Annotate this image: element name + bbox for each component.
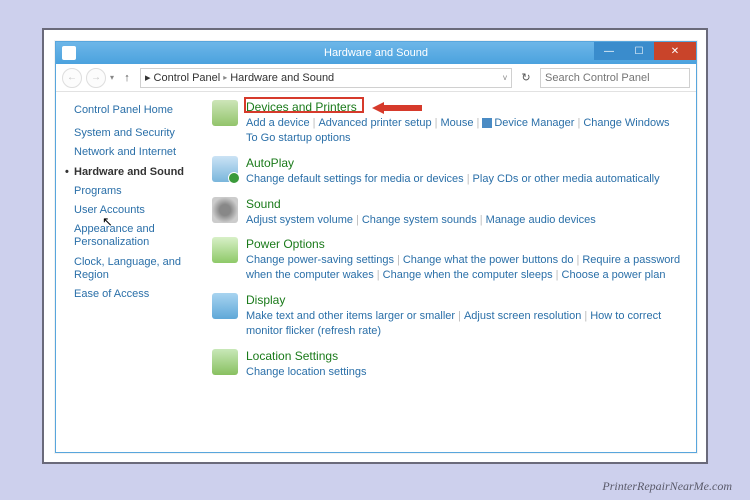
- category-icon: [212, 197, 238, 223]
- breadcrumb-item[interactable]: Control Panel: [154, 72, 221, 84]
- maximize-button[interactable]: ☐: [624, 42, 654, 60]
- category-links: Change location settings: [246, 365, 682, 380]
- category-sublink[interactable]: Change system sounds: [362, 214, 477, 226]
- category-title-link[interactable]: Sound: [246, 197, 682, 211]
- category-section: Sound Adjust system volume|Change system …: [212, 197, 682, 228]
- attribution-text: PrinterRepairNearMe.com: [602, 479, 732, 494]
- close-button[interactable]: ✕: [654, 42, 696, 60]
- refresh-button[interactable]: ↻: [516, 71, 536, 84]
- category-icon: [212, 156, 238, 182]
- category-title-link[interactable]: Display: [246, 293, 682, 307]
- window-icon: [62, 46, 76, 60]
- category-sublink[interactable]: Change location settings: [246, 366, 366, 378]
- sidebar-home-link[interactable]: Control Panel Home: [74, 104, 196, 117]
- back-button[interactable]: ←: [62, 68, 82, 88]
- category-sublink[interactable]: Change when the computer sleeps: [383, 269, 553, 281]
- main-content: Devices and Printers Add a device|Advance…: [206, 92, 696, 452]
- sidebar-item[interactable]: System and Security: [74, 127, 196, 140]
- category-links: Change power-saving settings|Change what…: [246, 253, 682, 283]
- category-sublink[interactable]: Change what the power buttons do: [403, 254, 574, 266]
- category-sublink[interactable]: Adjust screen resolution: [464, 310, 581, 322]
- category-section: Display Make text and other items larger …: [212, 293, 682, 339]
- category-sublink[interactable]: Mouse: [440, 117, 473, 129]
- category-section: Power Options Change power-saving setting…: [212, 237, 682, 283]
- category-sublink[interactable]: Device Manager: [494, 117, 574, 129]
- breadcrumb-icon: ▸: [145, 71, 151, 84]
- sidebar-item[interactable]: Appearance and Personalization: [74, 223, 196, 249]
- category-sublink[interactable]: Advanced printer setup: [318, 117, 431, 129]
- category-icon: [212, 237, 238, 263]
- window-controls: — ☐ ✕: [594, 42, 696, 64]
- sidebar-item[interactable]: User Accounts: [74, 204, 196, 217]
- category-sublink[interactable]: Change default settings for media or dev…: [246, 173, 464, 185]
- screenshot-frame: Hardware and Sound — ☐ ✕ ← → ▾ ↑ ▸ Contr…: [42, 28, 708, 464]
- sidebar-item[interactable]: Clock, Language, and Region: [74, 256, 196, 282]
- category-section: Devices and Printers Add a device|Advance…: [212, 100, 682, 146]
- title-bar: Hardware and Sound — ☐ ✕: [56, 42, 696, 64]
- sidebar-item[interactable]: Programs: [74, 185, 196, 198]
- category-section: AutoPlay Change default settings for medi…: [212, 156, 682, 187]
- category-icon: [212, 293, 238, 319]
- sidebar-item[interactable]: Network and Internet: [74, 146, 196, 159]
- category-sublink[interactable]: Make text and other items larger or smal…: [246, 310, 455, 322]
- category-title-link[interactable]: Power Options: [246, 237, 682, 251]
- category-title-link[interactable]: Location Settings: [246, 349, 682, 363]
- category-sublink[interactable]: Choose a power plan: [562, 269, 666, 281]
- category-sublink[interactable]: Add a device: [246, 117, 310, 129]
- breadcrumb-item[interactable]: Hardware and Sound: [230, 72, 334, 84]
- window-title: Hardware and Sound: [324, 47, 428, 59]
- forward-button[interactable]: →: [86, 68, 106, 88]
- category-sublink[interactable]: Play CDs or other media automatically: [473, 173, 660, 185]
- category-links: Change default settings for media or dev…: [246, 172, 682, 187]
- category-section: Location Settings Change location setting…: [212, 349, 682, 380]
- control-panel-window: Hardware and Sound — ☐ ✕ ← → ▾ ↑ ▸ Contr…: [55, 41, 697, 453]
- history-dropdown-icon[interactable]: ▾: [110, 73, 114, 82]
- search-input[interactable]: [540, 68, 690, 88]
- chevron-right-icon: ▸: [223, 73, 227, 82]
- chevron-down-icon[interactable]: v: [503, 73, 507, 82]
- breadcrumb[interactable]: ▸ Control Panel ▸ Hardware and Sound v: [140, 68, 512, 88]
- category-links: Make text and other items larger or smal…: [246, 309, 682, 339]
- minimize-button[interactable]: —: [594, 42, 624, 60]
- device-manager-icon: [482, 118, 492, 128]
- sidebar: Control Panel Home System and Security Ne…: [56, 92, 206, 452]
- category-icon: [212, 100, 238, 126]
- category-sublink[interactable]: Manage audio devices: [486, 214, 596, 226]
- category-title-link[interactable]: Devices and Printers: [246, 100, 682, 114]
- category-icon: [212, 349, 238, 375]
- address-bar: ← → ▾ ↑ ▸ Control Panel ▸ Hardware and S…: [56, 64, 696, 92]
- sidebar-item[interactable]: Hardware and Sound: [74, 166, 196, 179]
- category-links: Adjust system volume|Change system sound…: [246, 213, 682, 228]
- sidebar-item[interactable]: Ease of Access: [74, 288, 196, 301]
- category-sublink[interactable]: Change power-saving settings: [246, 254, 394, 266]
- category-title-link[interactable]: AutoPlay: [246, 156, 682, 170]
- category-links: Add a device|Advanced printer setup|Mous…: [246, 116, 682, 146]
- category-sublink[interactable]: Adjust system volume: [246, 214, 353, 226]
- up-button[interactable]: ↑: [118, 69, 136, 87]
